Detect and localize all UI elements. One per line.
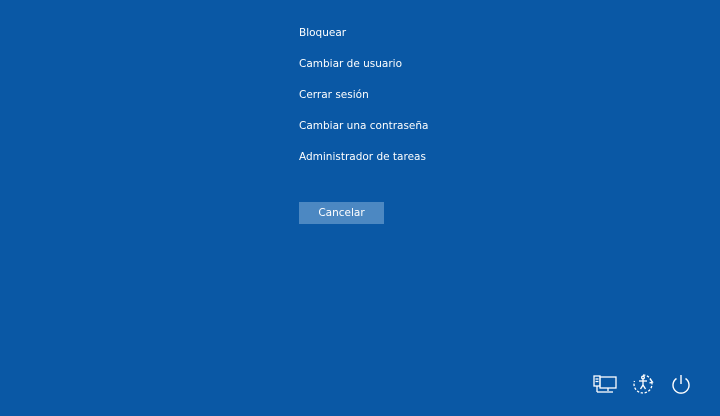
menu-item-switch-user[interactable]: Cambiar de usuario — [299, 55, 499, 86]
security-options-menu: Bloquear Cambiar de usuario Cerrar sesió… — [299, 24, 499, 179]
network-button[interactable] — [592, 372, 618, 396]
menu-item-change-password[interactable]: Cambiar una contraseña — [299, 117, 499, 148]
menu-item-task-manager[interactable]: Administrador de tareas — [299, 148, 499, 179]
ease-of-access-icon — [633, 374, 654, 394]
menu-item-lock[interactable]: Bloquear — [299, 24, 499, 55]
menu-item-sign-out[interactable]: Cerrar sesión — [299, 86, 499, 117]
security-options-screen: Bloquear Cambiar de usuario Cerrar sesió… — [0, 0, 720, 416]
ease-of-access-button[interactable] — [630, 372, 656, 396]
power-icon — [672, 375, 690, 394]
network-icon — [593, 375, 617, 393]
cancel-button[interactable]: Cancelar — [299, 202, 384, 224]
system-tray — [592, 372, 694, 396]
power-button[interactable] — [668, 372, 694, 396]
